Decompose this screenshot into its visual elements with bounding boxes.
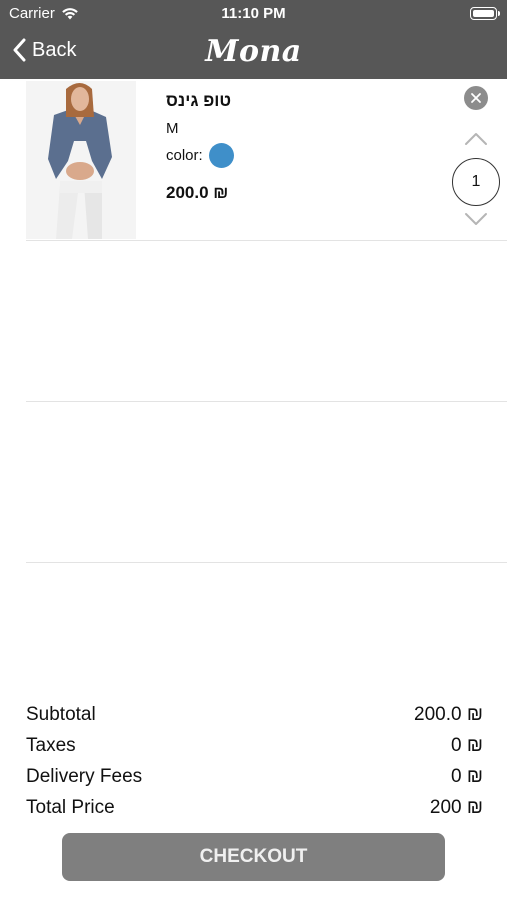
- chevron-down-icon: [465, 213, 487, 225]
- product-size: M: [166, 120, 179, 137]
- delivery-row: Delivery Fees 0 ₪: [26, 766, 483, 794]
- product-name: טופ גינס: [166, 91, 232, 110]
- product-price: 200.0 ₪: [166, 183, 229, 202]
- row-divider: [26, 401, 507, 402]
- close-icon: [471, 93, 481, 103]
- row-divider: [26, 240, 507, 241]
- total-label: Total Price: [26, 797, 115, 818]
- remove-item-button[interactable]: [464, 86, 488, 110]
- checkout-button[interactable]: CHECKOUT: [62, 833, 445, 881]
- cart-item[interactable]: טופ גינס M color: 200.0 ₪ 1: [0, 79, 507, 240]
- row-divider: [26, 562, 507, 563]
- chevron-up-icon: [465, 133, 487, 145]
- delivery-value: 0 ₪: [451, 766, 483, 787]
- battery-icon: [470, 7, 500, 20]
- subtotal-value: 200.0 ₪: [414, 704, 483, 725]
- total-value: 200 ₪: [429, 797, 483, 818]
- taxes-value: 0 ₪: [451, 735, 483, 756]
- quantity-value: 1: [452, 158, 500, 206]
- quantity-decrease-button[interactable]: [464, 211, 488, 229]
- product-color: color:: [166, 143, 234, 168]
- color-swatch: [208, 143, 234, 168]
- quantity-increase-button[interactable]: [464, 129, 488, 147]
- app-logo: Mona: [205, 34, 302, 69]
- top-bar: Carrier 11:10 PM Back Mona: [0, 0, 507, 79]
- taxes-row: Taxes 0 ₪: [26, 735, 483, 763]
- product-image: [26, 81, 136, 239]
- nav-bar: Back Mona: [0, 28, 507, 79]
- subtotal-label: Subtotal: [26, 704, 96, 725]
- color-label: color:: [166, 147, 203, 164]
- status-time: 11:10 PM: [221, 5, 286, 22]
- status-bar: Carrier 11:10 PM: [0, 0, 507, 28]
- total-row: Total Price 200 ₪: [26, 797, 483, 825]
- delivery-label: Delivery Fees: [26, 766, 143, 787]
- subtotal-row: Subtotal 200.0 ₪: [26, 704, 483, 732]
- taxes-label: Taxes: [26, 735, 76, 756]
